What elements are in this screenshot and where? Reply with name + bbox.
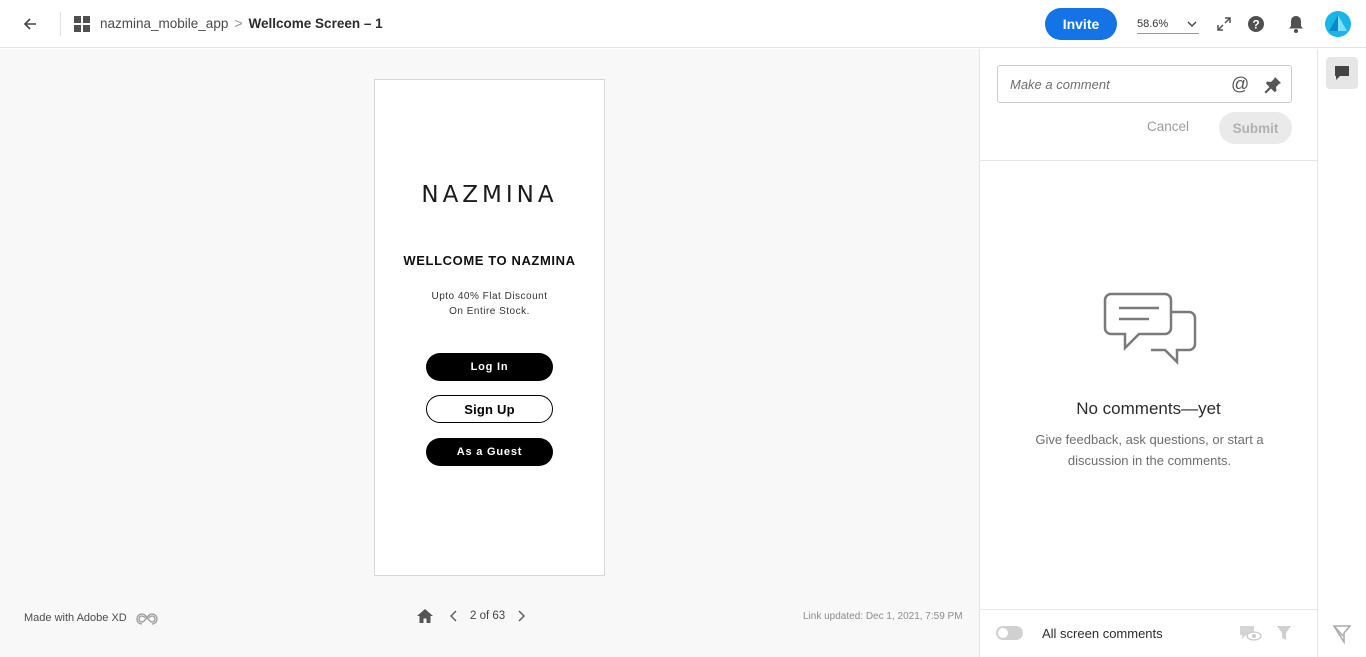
invite-button[interactable]: Invite <box>1045 8 1117 40</box>
link-updated-text: Link updated: Dec 1, 2021, 7:59 PM <box>803 611 963 622</box>
next-screen-button[interactable] <box>511 605 533 627</box>
welcome-heading: WELLCOME TO NAZMINA <box>403 253 576 268</box>
promo-line-2: On Entire Stock. <box>449 306 530 317</box>
back-arrow-icon <box>23 18 36 30</box>
comment-input[interactable] <box>1010 76 1210 92</box>
empty-state-description: Give feedback, ask questions, or start a… <box>1035 432 1264 468</box>
notifications-button[interactable] <box>1285 13 1307 35</box>
help-button[interactable]: ? <box>1245 13 1267 35</box>
preview-canvas: NAZMINA WELLCOME TO NAZMINA Upto 40% Fla… <box>0 49 979 657</box>
bell-icon <box>1289 16 1303 33</box>
divider <box>980 160 1317 161</box>
creative-cloud-icon <box>136 613 158 625</box>
mention-button[interactable]: @ <box>1231 74 1249 95</box>
back-button[interactable] <box>18 12 42 36</box>
artboard: NAZMINA WELLCOME TO NAZMINA Upto 40% Fla… <box>374 79 605 576</box>
made-with-label: Made with Adobe XD <box>24 612 127 624</box>
breadcrumb-screen: Wellcome Screen – 1 <box>248 15 383 31</box>
filter-button[interactable] <box>1272 623 1296 643</box>
svg-text:?: ? <box>1252 18 1259 32</box>
guest-button[interactable]: As a Guest <box>426 438 553 466</box>
cancel-button[interactable]: Cancel <box>1147 119 1189 134</box>
chevron-down-icon <box>1187 21 1197 27</box>
avatar-icon <box>1329 15 1347 31</box>
comment-icon <box>1335 66 1349 80</box>
comment-bubbles-icon <box>1103 292 1197 366</box>
brand-logo: NAZMINA <box>421 182 558 208</box>
screen-pager: 2 of 63 <box>414 605 533 627</box>
filter-icon <box>1277 626 1291 640</box>
zoom-value: 58.6% <box>1137 17 1169 30</box>
previous-screen-button[interactable] <box>442 605 464 627</box>
flag-icon[interactable] <box>1331 623 1353 645</box>
breadcrumb-separator: > <box>234 15 243 31</box>
divider <box>60 12 61 36</box>
chevron-right-icon <box>518 610 526 622</box>
login-button[interactable]: Log In <box>426 353 553 381</box>
home-button[interactable] <box>414 605 436 627</box>
all-screen-comments-label: All screen comments <box>1042 626 1163 641</box>
comments-panel: @ Cancel Submit No comments—yet Give fee… <box>979 49 1318 657</box>
hide-comments-icon <box>1240 626 1262 641</box>
page-indicator: 2 of 63 <box>470 610 506 622</box>
help-icon: ? <box>1248 16 1264 32</box>
chevron-left-icon <box>450 610 457 622</box>
fullscreen-button[interactable] <box>1213 13 1235 35</box>
all-screen-comments-toggle[interactable] <box>996 626 1023 640</box>
comments-toggle-button[interactable] <box>1326 57 1358 89</box>
avatar[interactable] <box>1325 11 1351 37</box>
promo-text: Upto 40% Flat Discount On Entire Stock. <box>375 289 604 319</box>
made-with-adobe-xd[interactable]: Made with Adobe XD <box>24 610 159 626</box>
breadcrumb: nazmina_mobile_app > Wellcome Screen – 1 <box>100 15 383 31</box>
comment-box: @ <box>997 65 1292 103</box>
breadcrumb-project[interactable]: nazmina_mobile_app <box>100 16 228 31</box>
zoom-dropdown[interactable]: 58.6% <box>1137 14 1199 34</box>
hide-comments-button[interactable] <box>1238 623 1262 643</box>
empty-state-title: No comments—yet <box>1076 399 1221 418</box>
submit-button[interactable]: Submit <box>1219 112 1292 144</box>
fullscreen-icon <box>1217 17 1231 31</box>
signup-button[interactable]: Sign Up <box>426 395 553 423</box>
top-bar: nazmina_mobile_app > Wellcome Screen – 1… <box>0 0 1366 48</box>
divider <box>980 609 1317 610</box>
home-icon <box>417 609 433 623</box>
promo-line-1: Upto 40% Flat Discount <box>431 291 548 302</box>
grid-icon[interactable] <box>73 15 91 33</box>
pin-icon[interactable] <box>1263 75 1283 95</box>
right-rail <box>1318 49 1366 657</box>
